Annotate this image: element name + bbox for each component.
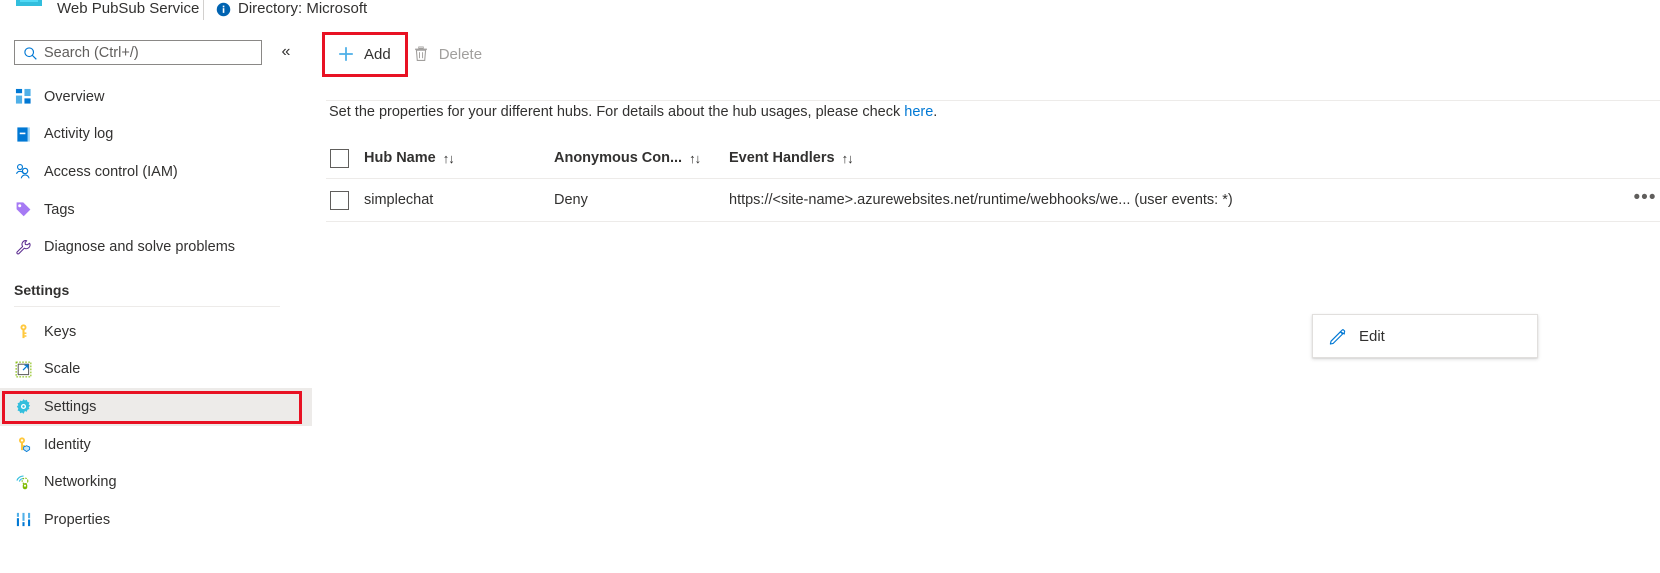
row-select-cell [326, 190, 364, 210]
cell-event-handlers: https://<site-name>.azurewebsites.net/ru… [729, 192, 1233, 208]
table-row[interactable]: simplechat Deny https://<site-name>.azur… [326, 179, 1660, 222]
directory-label: Directory: Microsoft [238, 0, 368, 17]
search-input[interactable] [44, 41, 254, 64]
networking-icon [14, 473, 32, 491]
sidebar-item-networking[interactable]: Networking [0, 463, 312, 501]
gear-icon [14, 398, 32, 416]
sidebar-item-scale[interactable]: Scale [0, 351, 312, 389]
sidebar-item-label: Access control (IAM) [44, 163, 178, 180]
sidebar-item-label: Diagnose and solve problems [44, 239, 236, 256]
diagnose-icon [14, 238, 32, 256]
hub-usages-link[interactable]: here [904, 104, 933, 120]
collapse-sidebar-button[interactable]: « [277, 42, 295, 62]
column-header-hub-name[interactable]: Hub Name ↑↓ [364, 150, 554, 166]
sidebar-item-label: Activity log [44, 126, 114, 143]
plus-icon [336, 44, 356, 64]
sidebar-item-access-control[interactable]: Access control (IAM) [0, 153, 312, 191]
cell-hub-name: simplechat [364, 192, 434, 208]
sidebar-item-activity-log[interactable]: Activity log [0, 116, 312, 154]
add-button-label: Add [364, 45, 391, 63]
column-header-label: Anonymous Con... [554, 150, 683, 166]
topbar-divider [203, 0, 204, 20]
service-title: Web PubSub Service [57, 0, 200, 17]
delete-button[interactable]: Delete [401, 36, 492, 72]
context-menu-edit-label: Edit [1359, 327, 1385, 345]
sidebar-item-keys[interactable]: Keys [0, 313, 312, 351]
sidebar-section-divider [14, 305, 280, 307]
search-box[interactable] [14, 40, 262, 65]
description-text: Set the properties for your different hu… [329, 104, 905, 120]
sidebar-item-label: Networking [44, 474, 117, 491]
column-header-anonymous-connect[interactable]: Anonymous Con... ↑↓ [554, 150, 729, 166]
search-icon [23, 46, 38, 61]
sidebar-item-properties[interactable]: Properties [0, 501, 312, 539]
web-pubsub-logo-icon [14, 0, 44, 16]
tags-icon [14, 201, 32, 219]
row-context-menu[interactable]: Edit [1312, 314, 1538, 358]
key-icon [14, 323, 32, 341]
sidebar-item-identity[interactable]: Identity [0, 426, 312, 464]
add-button[interactable]: Add [326, 36, 401, 72]
select-all-cell [326, 148, 364, 168]
column-header-label: Event Handlers [729, 150, 835, 166]
sidebar-item-label: Settings [44, 398, 97, 415]
table-header-row: Hub Name ↑↓ Anonymous Con... ↑↓ Event Ha… [326, 138, 1660, 179]
column-header-event-handlers[interactable]: Event Handlers ↑↓ [729, 150, 1660, 166]
sidebar-item-label: Scale [44, 361, 81, 378]
sidebar-item-label: Overview [44, 88, 105, 105]
access-control-icon [14, 163, 32, 181]
sidebar-nav-list: Overview Activity log Access control (IA… [0, 78, 312, 539]
pencil-icon [1327, 326, 1347, 346]
sidebar-item-label: Keys [44, 323, 77, 340]
page-description: Set the properties for your different hu… [329, 104, 937, 120]
sidebar-item-label: Tags [44, 201, 75, 218]
sidebar-section-label: Settings [14, 281, 70, 298]
delete-button-label: Delete [438, 45, 483, 63]
sidebar-item-tags[interactable]: Tags [0, 191, 312, 229]
select-all-checkbox[interactable] [330, 148, 349, 168]
command-toolbar: Add Delete [312, 30, 1660, 78]
toolbar-divider [326, 100, 1660, 101]
main-content: Add Delete Set the properties for your d… [312, 26, 1660, 573]
sidebar-item-overview[interactable]: Overview [0, 78, 312, 116]
row-checkbox[interactable] [330, 190, 349, 210]
column-header-label: Hub Name [364, 150, 436, 166]
info-icon [216, 2, 231, 17]
description-suffix: . [933, 104, 938, 120]
hubs-table: Hub Name ↑↓ Anonymous Con... ↑↓ Event Ha… [326, 138, 1660, 358]
sidebar-item-label: Properties [44, 511, 111, 528]
top-bar: Web PubSub Service Directory: Microsoft [0, 0, 1660, 26]
identity-icon [14, 436, 32, 454]
sort-icon[interactable]: ↑↓ [443, 151, 455, 166]
cell-anonymous-connect: Deny [554, 192, 588, 208]
more-options-icon[interactable]: ••• [1632, 188, 1658, 211]
sort-icon[interactable]: ↑↓ [689, 151, 701, 166]
activity-log-icon [14, 125, 32, 143]
sidebar-item-label: Identity [44, 436, 91, 453]
sidebar-item-settings[interactable]: Settings [0, 388, 312, 426]
sidebar-item-diagnose[interactable]: Diagnose and solve problems [0, 228, 312, 266]
sidebar: « Overview Activity log [0, 30, 312, 573]
sidebar-section-settings-header: Settings [0, 266, 312, 300]
overview-icon [14, 88, 32, 106]
trash-icon [411, 44, 431, 64]
properties-icon [14, 511, 32, 529]
scale-icon [14, 360, 32, 378]
sort-icon[interactable]: ↑↓ [842, 151, 854, 166]
